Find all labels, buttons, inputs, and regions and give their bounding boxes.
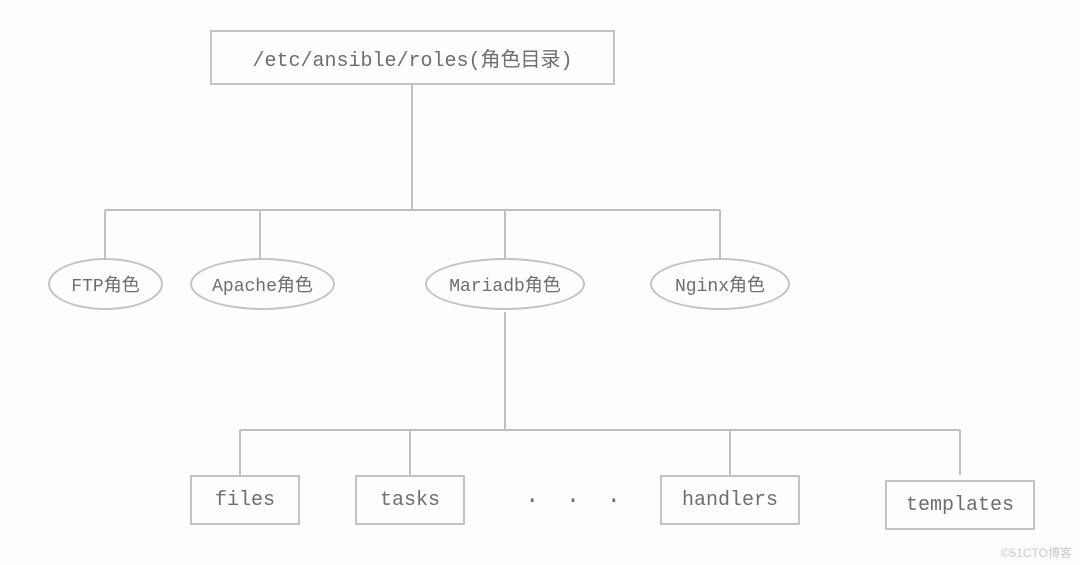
subdir-handlers: handlers [660, 475, 800, 525]
watermark-text: ©51CTO博客 [1001, 544, 1072, 561]
subdir-label: handlers [682, 489, 778, 512]
subdir-label: tasks [380, 489, 440, 512]
role-label: FTP角色 [71, 271, 139, 297]
subdir-tasks: tasks [355, 475, 465, 525]
role-label: Nginx角色 [675, 271, 765, 297]
role-nginx: Nginx角色 [650, 258, 790, 310]
root-box: /etc/ansible/roles(角色目录) [210, 30, 615, 85]
subdir-templates: templates [885, 480, 1035, 530]
role-label: Mariadb角色 [449, 271, 561, 297]
subdir-label: files [215, 489, 275, 512]
root-label: /etc/ansible/roles(角色目录) [252, 43, 572, 73]
subdir-files: files [190, 475, 300, 525]
role-ftp: FTP角色 [48, 258, 163, 310]
subdir-label: templates [906, 494, 1014, 517]
role-mariadb: Mariadb角色 [425, 258, 585, 310]
ellipsis-dots: · · · [525, 488, 627, 515]
role-apache: Apache角色 [190, 258, 335, 310]
role-label: Apache角色 [212, 271, 313, 297]
